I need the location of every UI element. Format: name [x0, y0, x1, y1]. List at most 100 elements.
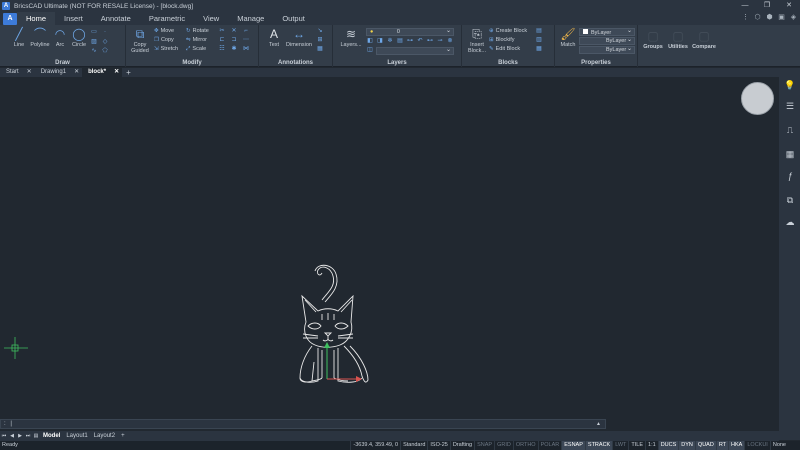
arc-tool[interactable]: ◠ Arc: [52, 27, 68, 48]
tab-output[interactable]: Output: [273, 12, 314, 25]
status-toggle-ducs[interactable]: DUCS: [657, 441, 679, 450]
prev-layout-icon[interactable]: ◀: [8, 433, 16, 439]
last-layout-icon[interactable]: ⏭: [24, 433, 32, 439]
status-toggle-none[interactable]: None: [769, 441, 788, 450]
layout-tab-layout2[interactable]: Layout2: [91, 433, 118, 439]
tab-insert[interactable]: Insert: [55, 12, 92, 25]
tab-view[interactable]: View: [194, 12, 228, 25]
break-icon[interactable]: ⋯: [242, 37, 250, 44]
layer-freeze-icon[interactable]: ❄: [386, 38, 394, 45]
edit-block-button[interactable]: ✎ Edit Block: [489, 45, 520, 53]
lineweight-dropdown[interactable]: ByLayer: [579, 46, 635, 54]
spline-icon[interactable]: ∿: [90, 48, 98, 55]
doc-tab-block[interactable]: block* ✕: [82, 68, 123, 77]
status-toggle-grid[interactable]: GRID: [494, 441, 513, 450]
tab-annotate[interactable]: Annotate: [92, 12, 140, 25]
layer-dropdown[interactable]: ● 0: [366, 28, 454, 36]
status-toggle-dyn[interactable]: DYN: [678, 441, 695, 450]
status-toggle-1-1[interactable]: 1:1: [645, 441, 658, 450]
layout-tab-layout1[interactable]: Layout1: [63, 433, 90, 439]
cloud-icon[interactable]: ☁: [784, 216, 796, 228]
layer-iso-icon[interactable]: ◧: [366, 38, 374, 45]
mirror-button[interactable]: ⇋ Mirror: [186, 36, 207, 44]
array-icon[interactable]: ☷: [218, 46, 226, 53]
attribute-icon[interactable]: ▤: [535, 28, 543, 35]
tab-home[interactable]: Home: [17, 12, 56, 25]
create-block-button[interactable]: ⊕ Create Block: [489, 27, 527, 35]
attach-icon[interactable]: ⎍: [784, 124, 796, 136]
trim-icon[interactable]: ✂: [218, 28, 226, 35]
match-properties-tool[interactable]: 🖌 Match: [558, 27, 578, 48]
compare-tool[interactable]: ▢ Compare: [691, 29, 717, 50]
more-icon[interactable]: ⋮: [741, 13, 750, 22]
maximize-button[interactable]: ❐: [756, 0, 778, 12]
status-toggle-quad[interactable]: QUAD: [694, 441, 716, 450]
erase-icon[interactable]: ✕: [230, 28, 238, 35]
status-toggle-tile[interactable]: TILE: [628, 441, 645, 450]
layer-state-icon[interactable]: ◫: [366, 47, 374, 54]
color-dropdown[interactable]: ByLayer: [579, 28, 635, 36]
layer-prev-icon[interactable]: ↶: [416, 38, 424, 45]
tab-parametric[interactable]: Parametric: [140, 12, 194, 25]
next-layout-icon[interactable]: ▶: [16, 433, 24, 439]
first-layout-icon[interactable]: ⏮: [0, 433, 8, 439]
status-toggle-iso-25[interactable]: ISO-25: [427, 441, 449, 450]
layer-lock-icon[interactable]: ▤: [396, 38, 404, 45]
close-icon[interactable]: ✕: [74, 68, 79, 77]
scale-button[interactable]: ⤢ Scale: [186, 45, 206, 53]
stretch-button[interactable]: ⇲ Stretch: [154, 45, 178, 53]
status-toggle-lwt[interactable]: LWT: [612, 441, 628, 450]
text-tool[interactable]: A Text: [265, 27, 283, 48]
close-button[interactable]: ✕: [778, 0, 800, 12]
status-toggle-snap[interactable]: SNAP: [474, 441, 494, 450]
layer-off-icon[interactable]: ◨: [376, 38, 384, 45]
lightbulb-icon[interactable]: 💡: [784, 79, 796, 91]
linetype-dropdown[interactable]: ByLayer: [579, 37, 635, 45]
layer-state-dropdown[interactable]: [376, 47, 454, 55]
dimension-tool[interactable]: ↔ Dimension: [284, 27, 314, 48]
explode-icon[interactable]: ✱: [230, 46, 238, 53]
rectangle-icon[interactable]: ▭: [90, 29, 98, 36]
minimize-button[interactable]: —: [734, 0, 756, 12]
polygon-icon[interactable]: ⬠: [101, 48, 109, 55]
copy-guided-tool[interactable]: ⧉ Copy Guided: [128, 27, 152, 54]
drawing-canvas[interactable]: [0, 77, 779, 418]
layout-tab-model[interactable]: Model: [40, 433, 63, 439]
application-menu-button[interactable]: A: [3, 12, 17, 25]
layer-merge-icon[interactable]: ⊸: [436, 38, 444, 45]
fx-formula-icon[interactable]: ƒ: [784, 170, 796, 182]
insert-block-tool[interactable]: ⎘ Insert Block...: [466, 27, 488, 54]
layers-tool[interactable]: ≋ Layers...: [339, 27, 363, 48]
close-icon[interactable]: ✕: [27, 68, 32, 77]
rotate-button[interactable]: ↻ Rotate: [186, 27, 209, 35]
table-icon[interactable]: ▦: [316, 46, 324, 53]
layer-delete-icon[interactable]: ⊗: [446, 38, 454, 45]
block-tools-icon[interactable]: ▦: [535, 46, 543, 53]
doc-tab-start[interactable]: Start ✕: [0, 68, 35, 77]
properties-sliders-icon[interactable]: ☰: [784, 100, 796, 112]
add-layout-icon[interactable]: +: [118, 433, 128, 439]
new-tab-plus-icon[interactable]: +: [126, 68, 131, 77]
view-icon[interactable]: ⬢: [765, 13, 774, 22]
circle-tool[interactable]: ◯ Circle: [70, 27, 88, 48]
layer-walk-icon[interactable]: ⊷: [426, 38, 434, 45]
status-toggle-esnap[interactable]: ESNAP: [561, 441, 585, 450]
extend-icon[interactable]: ⊐: [230, 37, 238, 44]
line-tool[interactable]: ╱ Line: [9, 27, 29, 48]
polyline-tool[interactable]: ⌒ Polyline: [29, 27, 51, 48]
utilities-tool[interactable]: ▢ Utilities: [666, 29, 690, 50]
layers-stack-icon[interactable]: ⧉: [784, 194, 796, 206]
close-icon[interactable]: ✕: [114, 68, 119, 77]
blockify-button[interactable]: ⊞ Blockify: [489, 36, 515, 44]
status-toggle-rt[interactable]: RT: [715, 441, 729, 450]
point-icon[interactable]: ·: [101, 29, 109, 36]
expand-history-icon[interactable]: ▲: [596, 420, 601, 428]
layout-list-icon[interactable]: ▤: [32, 433, 40, 439]
region-icon[interactable]: ◇: [101, 39, 109, 46]
layer-match-icon[interactable]: ⊶: [406, 38, 414, 45]
status-toggle-hka[interactable]: HKA: [728, 441, 745, 450]
view-navigation-disk[interactable]: [741, 82, 774, 115]
grid-library-icon[interactable]: ▦: [784, 148, 796, 160]
hatch-icon[interactable]: ▨: [90, 39, 98, 46]
markup-icon[interactable]: ⊞: [316, 37, 324, 44]
